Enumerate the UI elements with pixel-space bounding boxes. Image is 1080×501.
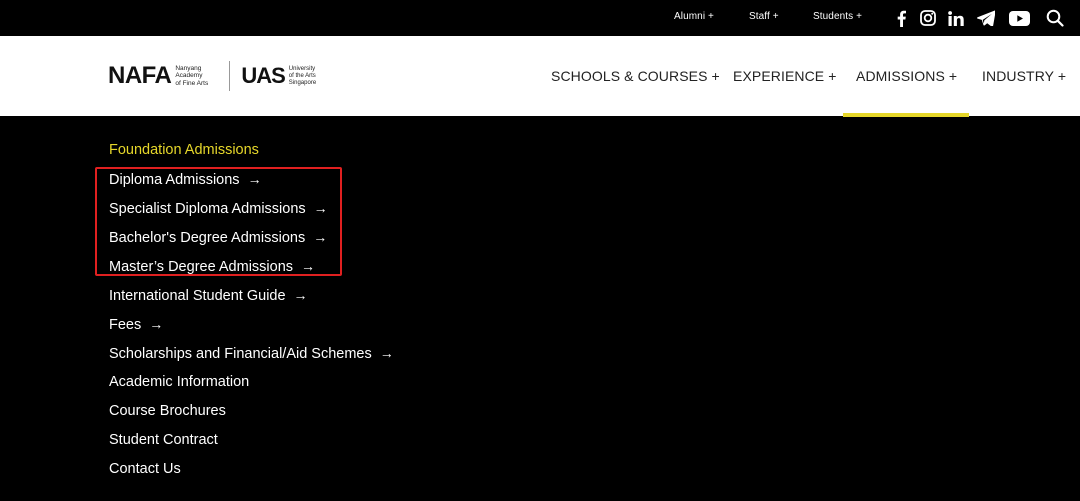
arrow-right-icon: → bbox=[293, 287, 308, 303]
uas-logo-text: UAS bbox=[241, 63, 285, 88]
menu-item-foundation-admissions[interactable]: Foundation Admissions bbox=[109, 140, 259, 160]
staff-link[interactable]: Staff + bbox=[749, 11, 779, 22]
utility-bar: Alumni + Staff + Students + bbox=[0, 0, 1080, 36]
arrow-right-icon: → bbox=[247, 171, 262, 187]
arrow-right-icon: → bbox=[313, 229, 328, 245]
arrow-right-icon: → bbox=[149, 316, 164, 332]
uas-logo-subtitle: University of the Arts Singapore bbox=[288, 65, 317, 86]
site-logo[interactable]: NAFA Nanyang Academy of Fine Arts UAS Un… bbox=[108, 59, 337, 93]
site-header: NAFA Nanyang Academy of Fine Arts UAS Un… bbox=[0, 36, 1080, 116]
logo-divider bbox=[229, 61, 231, 91]
search-icon[interactable] bbox=[1045, 8, 1065, 28]
menu-item-course-brochures[interactable]: Course Brochures bbox=[109, 401, 226, 421]
menu-item-international-student-guide[interactable]: International Student Guide → bbox=[109, 285, 308, 305]
nafa-logo-text: NAFA bbox=[108, 62, 172, 89]
arrow-right-icon: → bbox=[379, 345, 394, 361]
menu-item-contact-us[interactable]: Contact Us bbox=[109, 459, 181, 479]
alumni-link[interactable]: Alumni + bbox=[674, 11, 714, 22]
menu-item-bachelors-degree-admissions[interactable]: Bachelor's Degree Admissions → bbox=[109, 227, 327, 247]
linkedin-icon[interactable] bbox=[946, 8, 966, 28]
arrow-right-icon: → bbox=[301, 258, 316, 274]
active-nav-indicator bbox=[843, 113, 969, 117]
facebook-icon[interactable] bbox=[891, 8, 911, 28]
nav-experience[interactable]: EXPERIENCE + bbox=[733, 36, 837, 116]
nav-schools-courses[interactable]: SCHOOLS & COURSES + bbox=[551, 36, 720, 116]
youtube-icon[interactable] bbox=[1008, 8, 1030, 28]
nafa-logo-subtitle: Nanyang Academy of Fine Arts bbox=[175, 64, 209, 87]
arrow-right-icon: → bbox=[313, 200, 328, 216]
menu-item-masters-degree-admissions[interactable]: Master’s Degree Admissions → bbox=[109, 256, 315, 276]
menu-item-specialist-diploma-admissions[interactable]: Specialist Diploma Admissions → bbox=[109, 198, 328, 218]
menu-item-student-contract[interactable]: Student Contract bbox=[109, 430, 218, 450]
instagram-icon[interactable] bbox=[918, 8, 938, 28]
menu-item-diploma-admissions[interactable]: Diploma Admissions → bbox=[109, 169, 262, 189]
menu-item-scholarships[interactable]: Scholarships and Financial/Aid Schemes → bbox=[109, 343, 394, 363]
menu-item-academic-information[interactable]: Academic Information bbox=[109, 372, 249, 392]
menu-item-fees[interactable]: Fees → bbox=[109, 314, 163, 334]
students-link[interactable]: Students + bbox=[813, 11, 862, 22]
nav-industry[interactable]: INDUSTRY + bbox=[982, 36, 1066, 116]
telegram-icon[interactable] bbox=[976, 8, 996, 28]
nav-admissions[interactable]: ADMISSIONS + bbox=[856, 36, 957, 116]
